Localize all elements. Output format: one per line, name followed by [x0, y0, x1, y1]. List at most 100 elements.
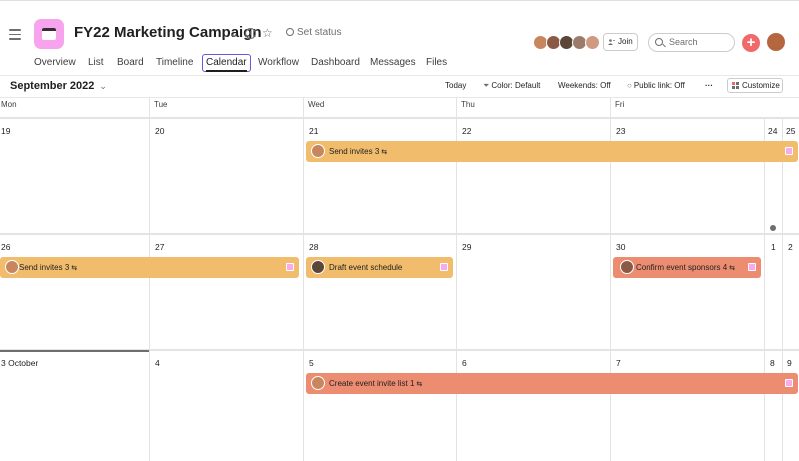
today-button[interactable]: Today — [445, 81, 466, 90]
add-button[interactable]: + — [742, 34, 760, 52]
subtask-count: 1 — [409, 379, 415, 388]
date-cell[interactable]: 5 — [309, 358, 314, 368]
grid-line — [149, 97, 150, 461]
date-cell[interactable]: 3 October — [1, 358, 38, 368]
date-cell[interactable]: 25 — [786, 126, 795, 136]
avatar — [585, 35, 600, 50]
join-label: Join — [618, 37, 633, 46]
task-title: Send invites — [329, 147, 373, 156]
date-cell[interactable]: 24 — [768, 126, 777, 136]
weekday-wed: Wed — [308, 100, 325, 109]
weekday-fri: Fri — [615, 100, 625, 109]
subtask-count: 3 — [64, 263, 70, 272]
search-placeholder: Search — [669, 37, 698, 47]
weekends-button[interactable]: Weekends: Off — [558, 81, 611, 90]
tab-messages[interactable]: Messages — [366, 54, 420, 72]
date-cell[interactable]: 6 — [462, 358, 467, 368]
set-status-button[interactable]: Set status — [286, 27, 341, 38]
chevron-down-icon: ⌄ — [99, 81, 107, 91]
date-cell[interactable]: 27 — [155, 242, 164, 252]
person-plus-icon — [608, 39, 615, 45]
assignee-avatar — [311, 144, 325, 158]
menu-icon[interactable] — [9, 29, 21, 40]
toolbar-divider — [0, 75, 799, 76]
subtask-icon: ⇆ — [71, 265, 78, 272]
star-icon[interactable]: ☆ — [262, 26, 273, 40]
tab-workflow[interactable]: Workflow — [254, 54, 303, 72]
current-week-indicator — [0, 350, 149, 352]
public-link-label: Public link: Off — [633, 81, 685, 90]
date-cell[interactable]: 1 — [771, 242, 776, 252]
task-bar[interactable]: Draft event schedule — [306, 257, 453, 278]
date-cell[interactable]: 19 — [1, 126, 10, 136]
subtask-icon: ⇆ — [381, 149, 388, 156]
user-avatar[interactable] — [767, 33, 785, 51]
task-bar[interactable]: Send invites 3 ⇆ — [306, 141, 798, 162]
project-color-icon — [785, 147, 793, 155]
calendar-icon — [34, 19, 64, 49]
date-cell[interactable]: 9 — [787, 358, 792, 368]
link-icon: ○ — [627, 81, 632, 90]
assignee-avatar — [311, 376, 325, 390]
task-bar[interactable]: Create event invite list 1 ⇆ — [306, 373, 798, 394]
task-bar[interactable]: Send invites 3 ⇆ — [0, 257, 299, 278]
set-status-label: Set status — [297, 27, 342, 38]
info-icon[interactable]: i — [245, 28, 256, 39]
assignee-avatar — [311, 260, 325, 274]
date-cell[interactable]: 29 — [462, 242, 471, 252]
grid-icon — [732, 82, 739, 89]
customize-label: Customize — [742, 81, 780, 90]
date-cell[interactable]: 21 — [309, 126, 318, 136]
date-cell[interactable]: 2 — [788, 242, 793, 252]
project-color-icon — [748, 263, 756, 271]
month-selector[interactable]: September 2022 ⌄ — [10, 80, 107, 92]
week-divider — [0, 117, 799, 119]
more-tasks-dot[interactable] — [770, 225, 776, 231]
search-icon — [655, 38, 663, 46]
subtask-icon: ⇆ — [416, 381, 423, 388]
tab-list[interactable]: List — [84, 54, 108, 72]
color-label: Color: Default — [491, 81, 541, 90]
task-title: Send invites — [19, 263, 63, 272]
task-title: Draft event schedule — [329, 263, 403, 272]
tab-dashboard[interactable]: Dashboard — [307, 54, 364, 72]
subtask-icon: ⇆ — [729, 265, 736, 272]
weekday-tue: Tue — [154, 100, 168, 109]
join-button[interactable]: Join — [603, 33, 638, 51]
date-cell[interactable]: 8 — [770, 358, 775, 368]
color-button[interactable]: ⏷ Color: Default — [483, 81, 540, 91]
tab-files[interactable]: Files — [422, 54, 451, 72]
date-cell[interactable]: 4 — [155, 358, 160, 368]
top-divider — [0, 0, 799, 1]
subtask-count: 4 — [722, 263, 728, 272]
grid-line — [303, 97, 304, 461]
assignee-avatar — [620, 260, 634, 274]
date-cell[interactable]: 30 — [616, 242, 625, 252]
weekday-mon: Mon — [1, 100, 17, 109]
project-color-icon — [286, 263, 294, 271]
assignee-avatar — [5, 260, 19, 274]
date-cell[interactable]: 23 — [616, 126, 625, 136]
date-cell[interactable]: 20 — [155, 126, 164, 136]
grid-line — [782, 118, 783, 461]
date-cell[interactable]: 28 — [309, 242, 318, 252]
tab-timeline[interactable]: Timeline — [152, 54, 197, 72]
tab-board[interactable]: Board — [113, 54, 148, 72]
customize-button[interactable]: Customize — [727, 78, 783, 93]
chevron-down-icon[interactable]: ⌄ — [229, 26, 239, 40]
task-bar[interactable]: Confirm event sponsors 4 ⇆ — [613, 257, 761, 278]
grid-line — [764, 118, 765, 461]
date-cell[interactable]: 7 — [616, 358, 621, 368]
more-icon[interactable]: ··· — [705, 81, 713, 90]
tab-overview[interactable]: Overview — [30, 54, 80, 72]
tab-calendar[interactable]: Calendar — [202, 54, 251, 72]
filter-icon: ⏷ — [483, 81, 490, 90]
date-cell[interactable]: 26 — [1, 242, 10, 252]
task-title: Confirm event sponsors — [636, 263, 721, 272]
date-cell[interactable]: 22 — [462, 126, 471, 136]
search-input[interactable]: Search — [648, 33, 735, 52]
status-circle-icon — [286, 28, 294, 36]
project-color-icon — [785, 379, 793, 387]
week-divider — [0, 233, 799, 235]
public-link-button[interactable]: ○ Public link: Off — [627, 81, 685, 90]
